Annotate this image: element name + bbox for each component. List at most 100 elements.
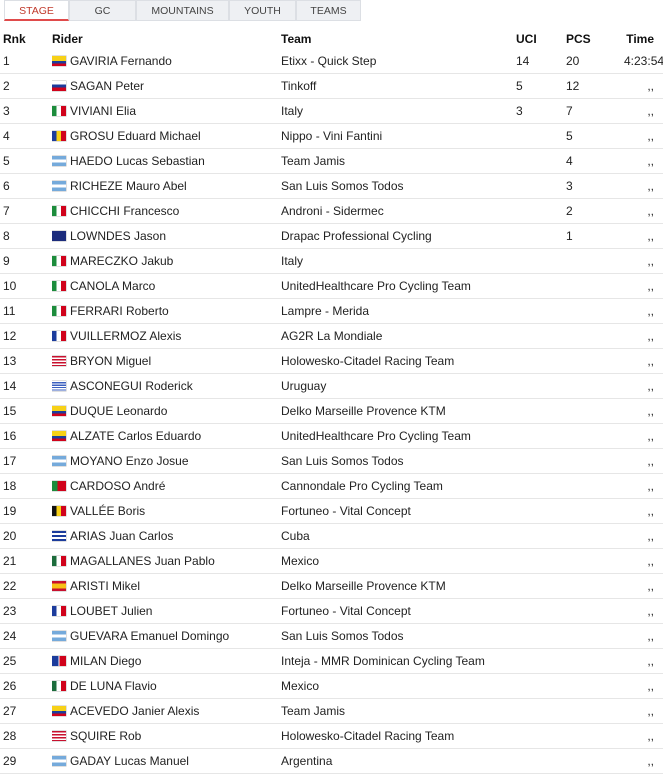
rider-link[interactable]: MOYANO Enzo Josue — [70, 454, 189, 468]
uci-points — [513, 348, 563, 374]
team-link[interactable]: Holowesko-Citadel Racing Team — [281, 348, 513, 374]
team-link[interactable]: Drapac Professional Cycling — [281, 223, 513, 249]
team-link[interactable]: Lampre - Merida — [281, 298, 513, 324]
rider-link[interactable]: GAVIRIA Fernando — [70, 54, 172, 68]
team-link[interactable]: San Luis Somos Todos — [281, 173, 513, 199]
cub-flag-icon — [52, 531, 66, 541]
rider-link[interactable]: SQUIRE Rob — [70, 729, 141, 743]
rider-cell: DUQUE Leonardo — [52, 398, 281, 424]
pcs-points — [563, 748, 624, 774]
pcs-points — [563, 398, 624, 424]
rider-link[interactable]: ARISTI Mikel — [70, 579, 140, 593]
rank-cell: 17 — [0, 448, 52, 474]
rider-link[interactable]: CHICCHI Francesco — [70, 204, 179, 218]
team-link[interactable]: Nippo - Vini Fantini — [281, 123, 513, 149]
rider-link[interactable]: GROSU Eduard Michael — [70, 129, 201, 143]
rider-cell: RICHEZE Mauro Abel — [52, 173, 281, 199]
rider-link[interactable]: DUQUE Leonardo — [70, 404, 167, 418]
rider-link[interactable]: VIVIANI Elia — [70, 104, 136, 118]
rider-link[interactable]: RICHEZE Mauro Abel — [70, 179, 187, 193]
rider-link[interactable]: GADAY Lucas Manuel — [70, 754, 189, 768]
tab-youth[interactable]: YOUTH — [229, 0, 296, 21]
tab-stage[interactable]: STAGE — [4, 0, 69, 21]
rider-link[interactable]: SAGAN Peter — [70, 79, 144, 93]
team-link[interactable]: Fortuneo - Vital Concept — [281, 598, 513, 624]
team-link[interactable]: Cuba — [281, 523, 513, 549]
table-row: 10 CANOLA Marco UnitedHealthcare Pro Cycli… — [0, 273, 663, 299]
uci-points — [513, 573, 563, 599]
team-link[interactable]: Argentina — [281, 748, 513, 774]
team-link[interactable]: Italy — [281, 248, 513, 274]
rank-cell: 13 — [0, 348, 52, 374]
rider-link[interactable]: MILAN Diego — [70, 654, 141, 668]
team-link[interactable]: Inteja - MMR Dominican Cycling Team — [281, 648, 513, 674]
team-link[interactable]: Cannondale Pro Cycling Team — [281, 473, 513, 499]
rider-link[interactable]: ACEVEDO Janier Alexis — [70, 704, 199, 718]
team-link[interactable]: UnitedHealthcare Pro Cycling Team — [281, 423, 513, 449]
rider-cell: CANOLA Marco — [52, 273, 281, 299]
uci-points — [513, 723, 563, 749]
pcs-points — [563, 373, 624, 399]
team-link[interactable]: UnitedHealthcare Pro Cycling Team — [281, 273, 513, 299]
uci-points: 5 — [513, 73, 563, 99]
team-link[interactable]: San Luis Somos Todos — [281, 448, 513, 474]
team-link[interactable]: Tinkoff — [281, 73, 513, 99]
team-link[interactable]: Mexico — [281, 548, 513, 574]
table-row: 20 ARIAS Juan Carlos Cuba,, — [0, 523, 663, 549]
rank-cell: 10 — [0, 273, 52, 299]
rider-cell: CARDOSO André — [52, 473, 281, 499]
time-cell: ,, — [624, 298, 663, 324]
rider-link[interactable]: VALLÉE Boris — [70, 504, 145, 518]
rider-link[interactable]: VUILLERMOZ Alexis — [70, 329, 181, 343]
ecu-flag-icon — [52, 706, 66, 716]
results-body: 1 GAVIRIA Fernando Etixx - Quick Step 14 20 4… — [0, 49, 663, 774]
tab-teams[interactable]: TEAMS — [296, 0, 361, 21]
team-link[interactable]: Androni - Sidermec — [281, 198, 513, 224]
time-cell: ,, — [624, 598, 663, 624]
team-link[interactable]: Holowesko-Citadel Racing Team — [281, 723, 513, 749]
uci-points — [513, 598, 563, 624]
team-link[interactable]: Etixx - Quick Step — [281, 49, 513, 74]
rider-link[interactable]: LOWNDES Jason — [70, 229, 166, 243]
ita-flag-icon — [52, 281, 66, 291]
svk-flag-icon — [52, 81, 66, 91]
team-link[interactable]: AG2R La Mondiale — [281, 323, 513, 349]
rider-link[interactable]: GUEVARA Emanuel Domingo — [70, 629, 229, 643]
rider-link[interactable]: MAGALLANES Juan Pablo — [70, 554, 215, 568]
team-link[interactable]: Team Jamis — [281, 698, 513, 724]
team-link[interactable]: Mexico — [281, 673, 513, 699]
team-link[interactable]: Fortuneo - Vital Concept — [281, 498, 513, 524]
table-header-row: Rnk Rider Team UCI PCS Time — [0, 29, 663, 49]
rider-link[interactable]: ASCONEGUI Roderick — [70, 379, 193, 393]
ita-flag-icon — [52, 206, 66, 216]
team-link[interactable]: Italy — [281, 98, 513, 124]
uci-points — [513, 298, 563, 324]
rider-link[interactable]: MARECZKO Jakub — [70, 254, 173, 268]
uci-points — [513, 523, 563, 549]
team-link[interactable]: Uruguay — [281, 373, 513, 399]
rider-link[interactable]: CARDOSO André — [70, 479, 165, 493]
rider-link[interactable]: LOUBET Julien — [70, 604, 152, 618]
arg-flag-icon — [52, 456, 66, 466]
dom-flag-icon — [52, 656, 66, 666]
rider-link[interactable]: FERRARI Roberto — [70, 304, 169, 318]
team-link[interactable]: Team Jamis — [281, 148, 513, 174]
table-row: 27 ACEVEDO Janier Alexis Team Jamis,, — [0, 698, 663, 724]
time-cell: ,, — [624, 273, 663, 299]
rank-cell: 28 — [0, 723, 52, 749]
team-link[interactable]: Delko Marseille Provence KTM — [281, 573, 513, 599]
rider-link[interactable]: DE LUNA Flavio — [70, 679, 157, 693]
tab-gc[interactable]: GC — [69, 0, 136, 21]
rider-link[interactable]: ALZATE Carlos Eduardo — [70, 429, 201, 443]
rider-link[interactable]: ARIAS Juan Carlos — [70, 529, 173, 543]
pcs-points: 5 — [563, 123, 624, 149]
team-link[interactable]: Delko Marseille Provence KTM — [281, 398, 513, 424]
team-link[interactable]: San Luis Somos Todos — [281, 623, 513, 649]
results-tabs: STAGE GC MOUNTAINS YOUTH TEAMS — [0, 0, 663, 22]
rider-link[interactable]: CANOLA Marco — [70, 279, 155, 293]
pcs-points — [563, 323, 624, 349]
rider-link[interactable]: BRYON Miguel — [70, 354, 151, 368]
rom-flag-icon — [52, 131, 66, 141]
tab-mountains[interactable]: MOUNTAINS — [136, 0, 229, 21]
rider-link[interactable]: HAEDO Lucas Sebastian — [70, 154, 205, 168]
